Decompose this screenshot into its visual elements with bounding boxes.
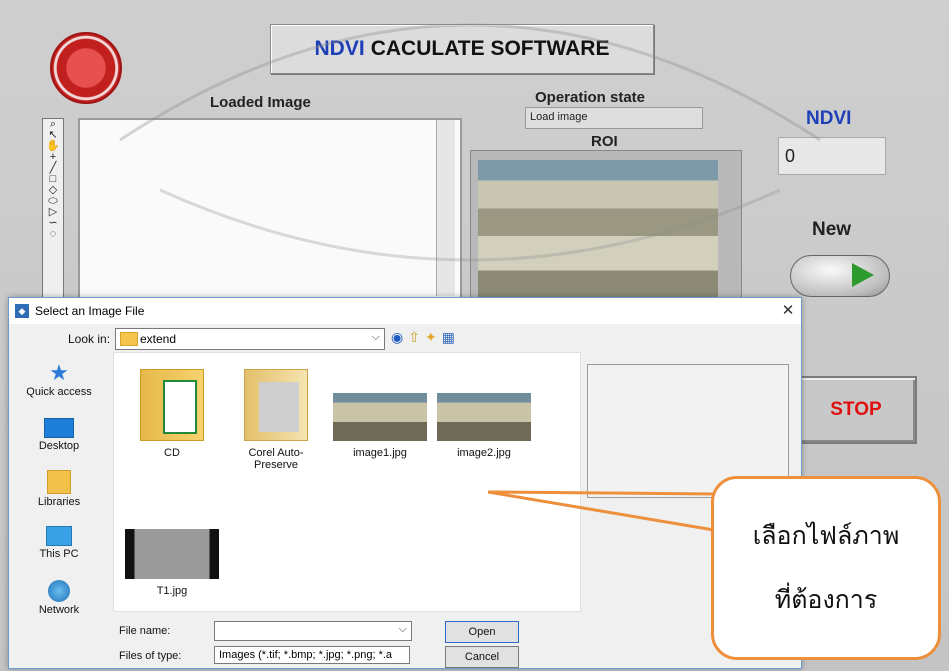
chevron-down-icon[interactable]: ⌵ [399, 623, 407, 636]
roi-label: ROI [591, 133, 618, 150]
look-in-label: Look in: [68, 332, 111, 346]
file-name-label: image1.jpg [353, 447, 407, 459]
open-button[interactable]: Open [445, 621, 519, 643]
place-desktop[interactable]: Desktop [11, 418, 107, 452]
file-name-input[interactable]: ⌵ [214, 621, 412, 641]
stop-button[interactable]: STOP [795, 376, 917, 444]
file-item-image1[interactable]: image1.jpg [332, 393, 428, 459]
callout-pointer [487, 490, 715, 532]
nav-toolbar: ◉⇧✦▦ [391, 329, 460, 346]
play-icon [852, 263, 874, 287]
libraries-icon [47, 470, 71, 494]
callout-line-1: เลือกไฟล์ภาพ [752, 521, 900, 550]
ndvi-value-indicator: 0 [778, 137, 886, 175]
spreadsheet-icon [163, 380, 197, 434]
dialog-title: Select an Image File [35, 304, 145, 318]
view-menu-icon[interactable]: ▦ [442, 329, 460, 345]
new-folder-icon[interactable]: ✦ [425, 329, 442, 345]
operation-state-label: Operation state [535, 89, 646, 106]
loaded-image-display[interactable] [78, 118, 462, 302]
file-name-label: image2.jpg [457, 447, 511, 459]
university-seal-logo [50, 32, 122, 104]
file-item-cd[interactable]: CD [124, 369, 220, 459]
place-label: Quick access [26, 386, 92, 398]
roi-image-display[interactable] [478, 160, 718, 298]
file-name-label: Corel Auto-Preserve [248, 447, 304, 471]
image-scrollbar[interactable] [436, 120, 455, 296]
cancel-button[interactable]: Cancel [445, 646, 519, 668]
title-accent: NDVI [314, 37, 365, 60]
title-rest: CACULATE SOFTWARE [370, 37, 610, 60]
photo-preview-icon [259, 382, 299, 432]
image-thumbnail [437, 393, 531, 441]
operation-state-field: Load image [525, 107, 703, 129]
file-item-image2[interactable]: image2.jpg [436, 393, 532, 459]
look-in-dropdown[interactable]: extend ⌵ [115, 328, 385, 350]
network-icon [48, 580, 70, 602]
place-label: This PC [39, 548, 79, 560]
file-name-label: T1.jpg [156, 585, 188, 597]
files-of-type-label: Files of type: [119, 650, 182, 662]
place-network[interactable]: Network [11, 580, 107, 616]
look-in-value: extend [140, 332, 177, 346]
callout-line-2: ที่ต้องการ [774, 585, 878, 614]
file-item-corel[interactable]: Corel Auto-Preserve [228, 369, 324, 471]
folder-icon [120, 332, 138, 346]
file-name-label: File name: [119, 625, 171, 637]
image-tool-palette[interactable]: ⌕ ↖ ✋ + ╱ □ ◇ ⬭ ▷ ∽ ◌ [42, 118, 64, 300]
callout-box [711, 476, 941, 660]
new-label: New [812, 219, 852, 240]
file-item-t1[interactable]: T1.jpg [124, 529, 220, 597]
app-title: NDVI CACULATE SOFTWARE [270, 24, 654, 74]
back-icon[interactable]: ◉ [391, 329, 408, 345]
place-label: Desktop [38, 440, 80, 452]
folder-icon [140, 369, 204, 441]
files-of-type-value: Images (*.tif; *.bmp; *.jpg; *.png; *.a [219, 649, 393, 661]
place-this-pc[interactable]: This PC [11, 526, 107, 560]
dialog-title-bar: ◆ Select an Image File ✕ [9, 298, 801, 324]
image-thumbnail [125, 529, 219, 579]
place-quick-access[interactable]: ★ Quick access [11, 360, 107, 399]
loaded-image-label: Loaded Image [210, 94, 311, 111]
file-name-label: CD [164, 447, 180, 459]
files-of-type-select[interactable]: Images (*.tif; *.bmp; *.jpg; *.png; *.a [214, 646, 410, 664]
place-label: Libraries [37, 496, 81, 508]
close-icon[interactable]: ✕ [779, 301, 797, 319]
place-label: Network [38, 604, 80, 616]
image-thumbnail [333, 393, 427, 441]
folder-icon [244, 369, 308, 441]
new-button[interactable] [790, 255, 890, 297]
labview-app-icon: ◆ [15, 304, 29, 318]
up-folder-icon[interactable]: ⇧ [408, 329, 425, 345]
star-icon: ★ [49, 360, 69, 385]
place-libraries[interactable]: Libraries [11, 470, 107, 508]
chevron-down-icon: ⌵ [371, 331, 380, 343]
places-bar: ★ Quick access Desktop Libraries This PC… [11, 352, 107, 622]
ndvi-label: NDVI [806, 108, 852, 129]
desktop-icon [44, 418, 74, 438]
annulus-tool-icon[interactable]: ◌ [50, 229, 57, 240]
computer-icon [46, 526, 72, 546]
